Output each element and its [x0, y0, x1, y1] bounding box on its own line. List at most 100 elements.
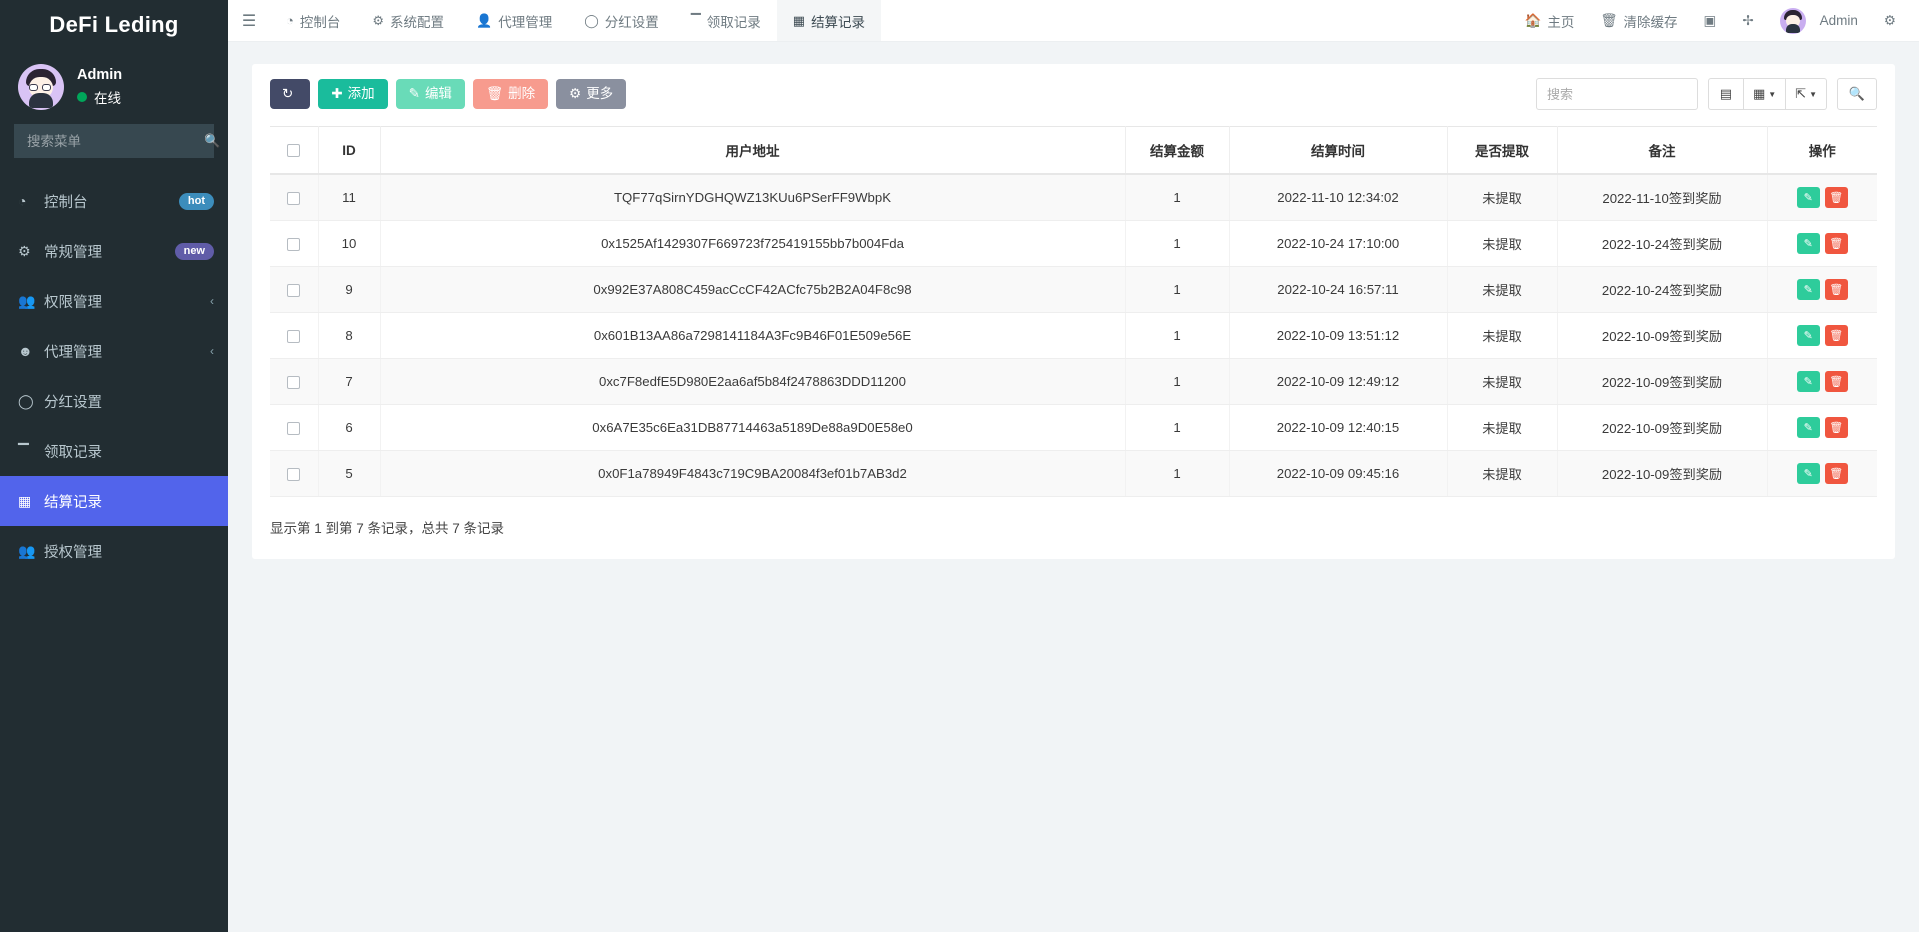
cell-operations: ✎ 🗑 [1767, 221, 1877, 267]
avatar [1780, 8, 1806, 34]
theme-button[interactable]: ▣ [1691, 0, 1730, 42]
table-row[interactable]: 10 0x1525Af1429307F669723f725419155bb7b0… [270, 221, 1877, 267]
pencil-icon: ✎ [409, 87, 420, 102]
tab-agent-management[interactable]: 👤 代理管理 [460, 0, 568, 41]
select-all-checkbox[interactable] [287, 144, 300, 157]
table-row[interactable]: 8 0x601B13AA86a7298141184A3Fc9B46F01E509… [270, 313, 1877, 359]
row-checkbox[interactable] [287, 238, 300, 251]
chevron-left-icon: ‹ [210, 294, 214, 308]
sidebar-item-agent-management[interactable]: ☻ 代理管理 ‹ [0, 326, 228, 376]
row-delete-button[interactable]: 🗑 [1825, 187, 1848, 208]
tab-claim-records[interactable]: ▔ 领取记录 [675, 0, 777, 41]
trash-icon: 🗑 [1829, 237, 1843, 250]
cell-id: 8 [318, 313, 380, 359]
table-row[interactable]: 5 0x0F1a78949F4843c719C9BA20084f3ef01b7A… [270, 451, 1877, 497]
tab-settlement-records[interactable]: ▦ 结算记录 [777, 0, 881, 41]
sidebar-item-claim-records[interactable]: ▔ 领取记录 [0, 426, 228, 476]
advanced-search-button[interactable]: 🔍 [1837, 78, 1877, 110]
home-button[interactable]: 🏠 主页 [1512, 0, 1588, 42]
column-header-note[interactable]: 备注 [1557, 127, 1767, 175]
tab-dividend-settings[interactable]: ◯ 分红设置 [568, 0, 675, 41]
row-checkbox[interactable] [287, 468, 300, 481]
column-header-drawn[interactable]: 是否提取 [1447, 127, 1557, 175]
table-row[interactable]: 11 TQF77qSirnYDGHQWZ13KUu6PSerFF9WbpK 1 … [270, 174, 1877, 221]
row-edit-button[interactable]: ✎ [1797, 371, 1820, 392]
table-head: ID 用户地址 结算金额 结算时间 是否提取 备注 操作 [270, 127, 1877, 175]
export-button[interactable]: ⇱ ▼ [1786, 78, 1827, 110]
row-delete-button[interactable]: 🗑 [1825, 417, 1848, 438]
row-checkbox[interactable] [287, 330, 300, 343]
delete-button[interactable]: 🗑 删除 [473, 79, 548, 110]
pencil-icon: ✎ [1804, 421, 1813, 434]
add-button[interactable]: ✚ 添加 [318, 79, 387, 110]
table-row[interactable]: 6 0x6A7E35c6Ea31DB87714463a5189De88a9D0E… [270, 405, 1877, 451]
row-delete-button[interactable]: 🗑 [1825, 325, 1848, 346]
sidebar-item-settlement-records[interactable]: ▦ 结算记录 [0, 476, 228, 526]
row-checkbox[interactable] [287, 376, 300, 389]
row-checkbox[interactable] [287, 284, 300, 297]
row-delete-button[interactable]: 🗑 [1825, 371, 1848, 392]
row-edit-button[interactable]: ✎ [1797, 233, 1820, 254]
clear-cache-button[interactable]: 🗑 清除缓存 [1587, 0, 1690, 42]
row-checkbox[interactable] [287, 192, 300, 205]
cell-drawn: 未提取 [1447, 359, 1557, 405]
edit-label: 编辑 [425, 87, 452, 102]
menu-search-input[interactable] [27, 134, 204, 149]
list-view-button[interactable]: ▤ [1708, 78, 1744, 110]
column-header-id[interactable]: ID [318, 127, 380, 175]
row-checkbox[interactable] [287, 422, 300, 435]
tab-system-config[interactable]: ⚙ 系统配置 [356, 0, 460, 41]
fullscreen-button[interactable]: ✢ [1729, 0, 1766, 42]
column-header-address[interactable]: 用户地址 [380, 127, 1125, 175]
row-edit-button[interactable]: ✎ [1797, 417, 1820, 438]
cell-drawn: 未提取 [1447, 451, 1557, 497]
row-select-cell [270, 174, 318, 221]
sidebar-item-authorization-management[interactable]: 👥 授权管理 [0, 526, 228, 576]
refresh-button[interactable]: ↻ [270, 79, 310, 110]
search-input[interactable] [1536, 78, 1698, 110]
sidebar-item-label: 代理管理 [44, 341, 210, 362]
sidebar-item-dividend-settings[interactable]: ◯ 分红设置 [0, 376, 228, 426]
user-menu-button[interactable]: Admin [1767, 0, 1871, 42]
row-edit-button[interactable]: ✎ [1797, 279, 1820, 300]
column-header-amount[interactable]: 结算金额 [1125, 127, 1229, 175]
sidebar-search-box[interactable]: 🔍 [14, 124, 214, 158]
hamburger-icon[interactable]: ☰ [228, 0, 270, 41]
cell-note: 2022-10-24签到奖励 [1557, 221, 1767, 267]
cell-amount: 1 [1125, 174, 1229, 221]
home-icon: 🏠 [1525, 13, 1542, 29]
search-icon[interactable]: 🔍 [204, 133, 220, 149]
row-delete-button[interactable]: 🗑 [1825, 233, 1848, 254]
more-button[interactable]: ⚙ 更多 [556, 79, 626, 110]
sidebar-menu: ◔ 控制台 hot ⚙ 常规管理 new 👥 权限管理 ‹ ☻ 代理管理 ‹ ◯… [0, 176, 228, 932]
row-edit-button[interactable]: ✎ [1797, 325, 1820, 346]
clear-cache-label: 清除缓存 [1624, 11, 1678, 31]
top-nav-tabs: ◔ 控制台 ⚙ 系统配置 👤 代理管理 ◯ 分红设置 ▔ 领取记录 ▦ 结算记录 [270, 0, 881, 41]
add-label: 添加 [348, 87, 375, 102]
trash-icon: 🗑 [486, 87, 503, 102]
cell-time: 2022-10-24 16:57:11 [1229, 267, 1447, 313]
tab-dashboard[interactable]: ◔ 控制台 [270, 0, 356, 41]
row-edit-button[interactable]: ✎ [1797, 463, 1820, 484]
pencil-icon: ✎ [1804, 191, 1813, 204]
settings-button[interactable]: ⚙ [1871, 0, 1909, 42]
row-delete-button[interactable]: 🗑 [1825, 279, 1848, 300]
tab-label: 领取记录 [707, 11, 761, 31]
chart-icon: ▔ [691, 13, 701, 29]
edit-button[interactable]: ✎ 编辑 [396, 79, 465, 110]
sidebar-item-general-management[interactable]: ⚙ 常规管理 new [0, 226, 228, 276]
columns-button[interactable]: ▦ ▼ [1744, 78, 1786, 110]
sidebar-search-wrap: 🔍 [0, 124, 228, 158]
sidebar-item-permission-management[interactable]: 👥 权限管理 ‹ [0, 276, 228, 326]
row-edit-button[interactable]: ✎ [1797, 187, 1820, 208]
sidebar-item-dashboard[interactable]: ◔ 控制台 hot [0, 176, 228, 226]
receipt-icon: ▦ [793, 13, 805, 29]
gear-icon: ⚙ [372, 13, 384, 29]
table-row[interactable]: 9 0x992E37A808C459acCcCF42ACfc75b2B2A04F… [270, 267, 1877, 313]
column-header-time[interactable]: 结算时间 [1229, 127, 1447, 175]
row-delete-button[interactable]: 🗑 [1825, 463, 1848, 484]
export-icon: ⇱ [1795, 86, 1806, 102]
tab-label: 代理管理 [498, 11, 552, 31]
tab-label: 系统配置 [390, 11, 444, 31]
table-row[interactable]: 7 0xc7F8edfE5D980E2aa6af5b84f2478863DDD1… [270, 359, 1877, 405]
